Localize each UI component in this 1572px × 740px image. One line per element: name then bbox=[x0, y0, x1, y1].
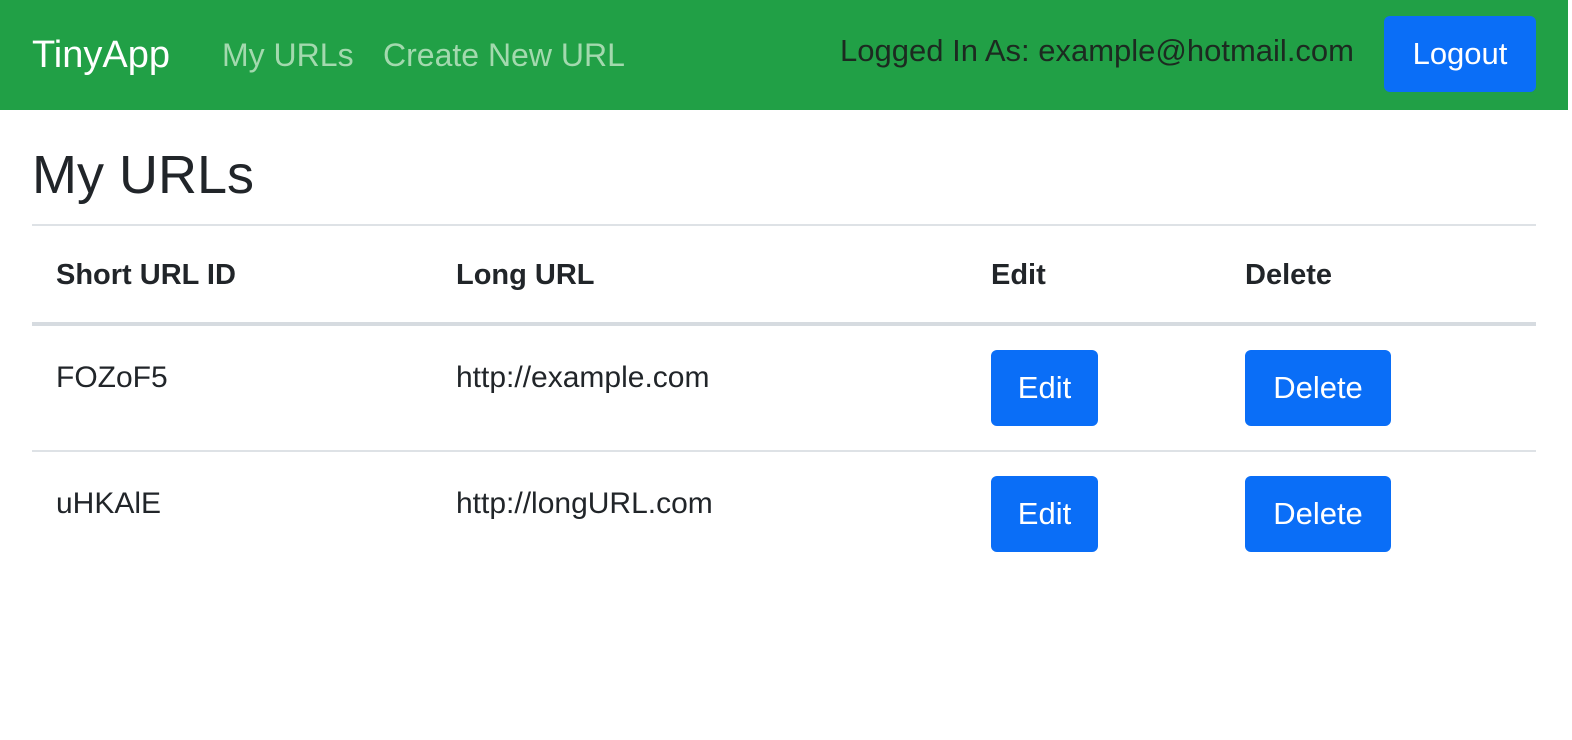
table-row: uHKAlE http://longURL.com Edit Delete bbox=[32, 452, 1536, 578]
edit-button[interactable]: Edit bbox=[991, 350, 1098, 426]
header-long-url: Long URL bbox=[456, 259, 595, 291]
logged-in-status: Logged In As: example@hotmail.com bbox=[840, 33, 1354, 68]
table-row: FOZoF5 http://example.com Edit Delete bbox=[32, 326, 1536, 452]
nav-link-my-urls[interactable]: My URLs bbox=[222, 36, 354, 74]
header-delete: Delete bbox=[1245, 259, 1333, 291]
delete-button[interactable]: Delete bbox=[1245, 476, 1391, 552]
edit-button[interactable]: Edit bbox=[991, 476, 1098, 552]
short-url-id-cell: FOZoF5 bbox=[56, 361, 168, 394]
header-edit: Edit bbox=[991, 259, 1046, 291]
long-url-cell: http://longURL.com bbox=[456, 487, 713, 520]
top-navbar: TinyApp My URLs Create New URL Logged In… bbox=[0, 0, 1568, 110]
header-short-url-id: Short URL ID bbox=[56, 259, 236, 291]
short-url-id-cell: uHKAlE bbox=[56, 487, 162, 520]
brand-link[interactable]: TinyApp bbox=[32, 33, 170, 77]
long-url-cell: http://example.com bbox=[456, 361, 710, 394]
table-header-row: Short URL ID Long URL Edit Delete bbox=[32, 226, 1536, 322]
logout-button[interactable]: Logout bbox=[1384, 16, 1536, 92]
delete-button[interactable]: Delete bbox=[1245, 350, 1391, 426]
nav-link-create-new-url[interactable]: Create New URL bbox=[383, 36, 625, 74]
page-title: My URLs bbox=[32, 145, 255, 205]
